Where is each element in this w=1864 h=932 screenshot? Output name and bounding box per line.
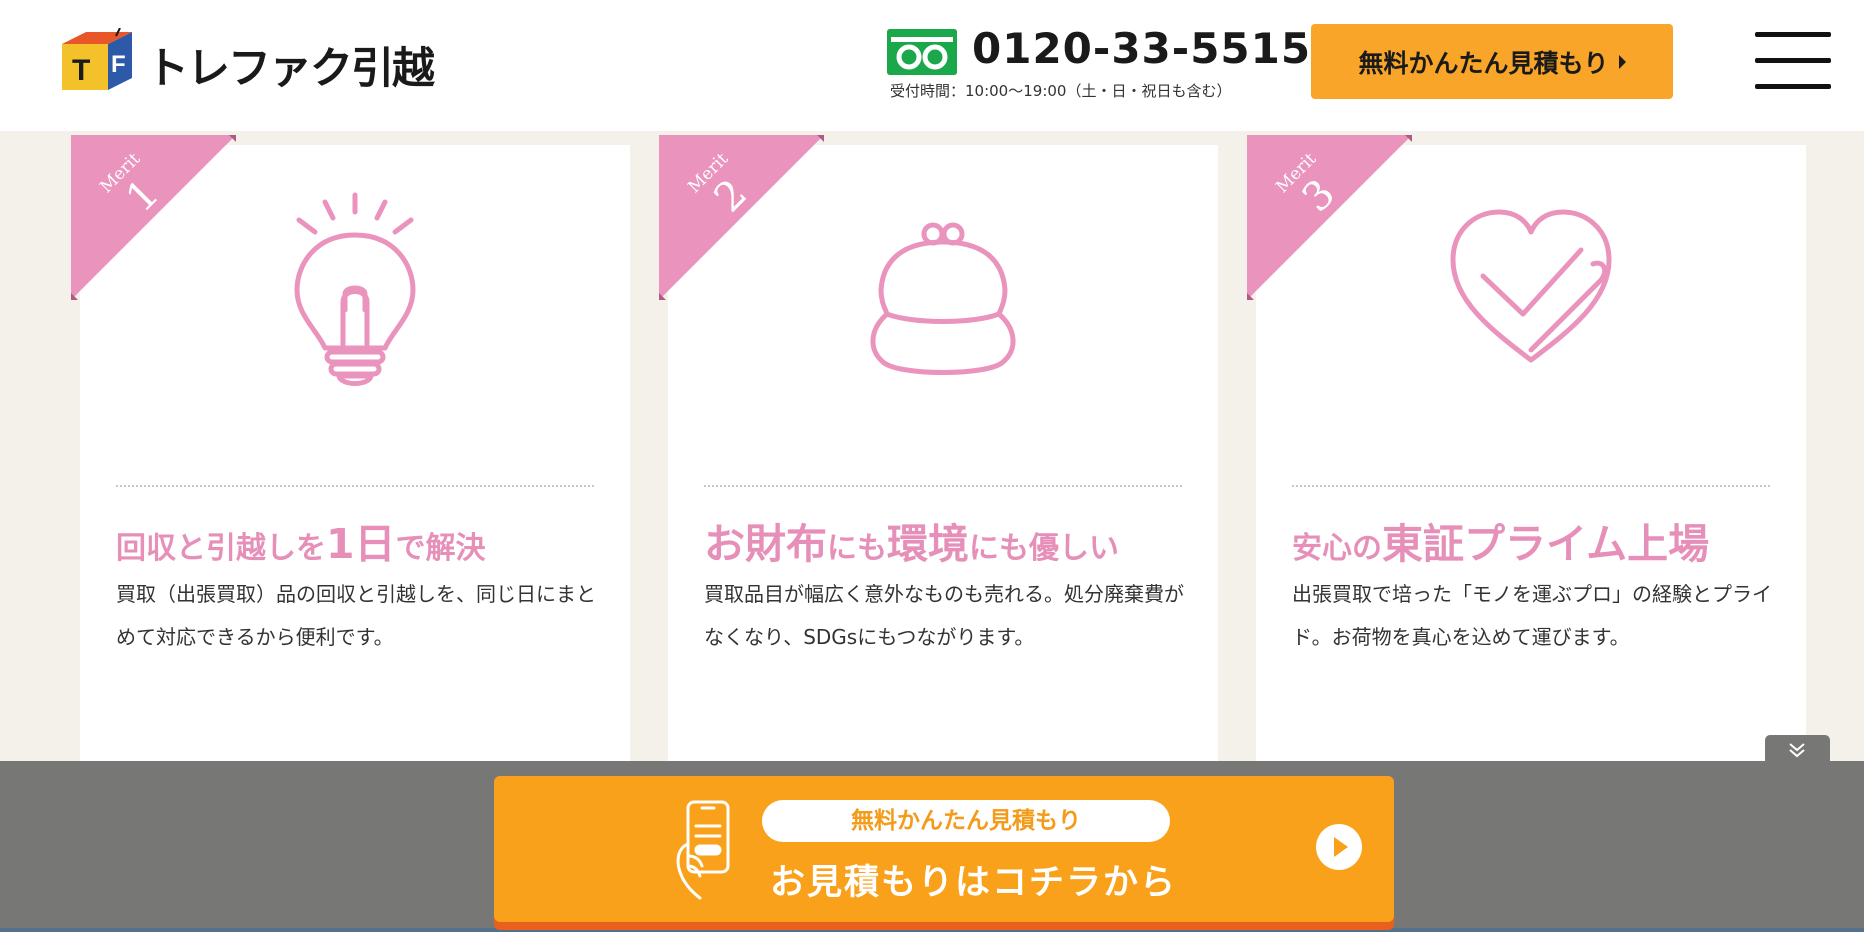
card-divider bbox=[1292, 485, 1770, 487]
merit-description-2: 買取品目が幅広く意外なものも売れる。処分廃棄費がなくなり、SDGsにもつながりま… bbox=[704, 582, 1184, 649]
logo-text: トレファク引越 bbox=[146, 44, 435, 94]
title-emphasis: 1日 bbox=[326, 520, 396, 568]
freedial-icon bbox=[887, 29, 957, 75]
card-divider bbox=[704, 485, 1182, 487]
title-part: 安心の bbox=[1292, 531, 1382, 566]
phone-number[interactable]: 0120-33-5515 bbox=[972, 24, 1311, 73]
hamburger-line bbox=[1755, 84, 1831, 89]
merit-ribbon-3: Merit 3 bbox=[1247, 135, 1412, 300]
merit-card-2: Merit 2 お財布にも環境にも優しい 買取品目が幅広く意外なものも売れる。処… bbox=[659, 135, 1218, 765]
cta-estimate-button[interactable]: 無料かんたん見積もり お見積もりはコチラから bbox=[494, 776, 1394, 922]
cta-main-label: お見積もりはコチラから bbox=[770, 863, 1178, 903]
svg-text:T: T bbox=[72, 54, 90, 87]
hamburger-line bbox=[1755, 58, 1831, 63]
merit-title-3: 安心の東証プライム上場 bbox=[1292, 510, 1709, 570]
caret-right-icon bbox=[1618, 54, 1626, 69]
hamburger-menu-button[interactable] bbox=[1755, 28, 1831, 94]
merit-card-3: Merit 3 安心の東証プライム上場 出張買取で培った「モノを運ぶプロ」の経験… bbox=[1247, 135, 1806, 765]
svg-text:F: F bbox=[111, 51, 126, 78]
header-estimate-label: 無料かんたん見積もり bbox=[1358, 48, 1609, 78]
merit-title-2: お財布にも環境にも優しい bbox=[704, 510, 1119, 570]
merit-ribbon-1: Merit 1 bbox=[71, 135, 236, 300]
site-logo[interactable]: T F トレファク引越 bbox=[58, 20, 435, 94]
phone-hand-icon bbox=[676, 800, 730, 900]
title-part: で解決 bbox=[395, 531, 486, 566]
title-emphasis: 環境 bbox=[887, 520, 969, 568]
title-part: にも bbox=[827, 531, 887, 566]
logo-box-icon: T F bbox=[62, 28, 132, 90]
card-divider bbox=[116, 485, 594, 487]
title-emphasis: お財布 bbox=[704, 520, 827, 568]
merit-ribbon-2: Merit 2 bbox=[659, 135, 824, 300]
cta-pill-label: 無料かんたん見積もり bbox=[762, 800, 1170, 842]
title-emphasis: 東証プライム上場 bbox=[1382, 520, 1710, 568]
title-part: にも優しい bbox=[969, 531, 1119, 566]
site-header: T F トレファク引越 0120-33-5515 受付時間：10:00〜19:0… bbox=[0, 0, 1864, 131]
lightbulb-icon bbox=[294, 192, 416, 386]
business-hours: 受付時間：10:00〜19:00（土・日・祝日も含む） bbox=[890, 82, 1232, 100]
bottom-bar-line bbox=[0, 928, 1864, 932]
heart-check-icon bbox=[1450, 209, 1612, 363]
merit-card-1: Merit 1 回収と引越しを1日で解決 買取（出張買取）品の回収と引越しを、同… bbox=[71, 135, 630, 765]
play-arrow-icon bbox=[1316, 824, 1362, 870]
merit-description-1: 買取（出張買取）品の回収と引越しを、同じ日にまとめて対応できるから便利です。 bbox=[116, 582, 596, 649]
title-part: 回収と引越しを bbox=[116, 531, 326, 566]
header-estimate-button[interactable]: 無料かんたん見積もり bbox=[1311, 24, 1673, 99]
merit-description-3: 出張買取で培った「モノを運ぶプロ」の経験とプライド。お荷物を真心を込めて運びます… bbox=[1292, 582, 1772, 649]
hamburger-line bbox=[1755, 32, 1831, 37]
wallet-icon bbox=[870, 222, 1016, 375]
merit-title-1: 回収と引越しを1日で解決 bbox=[116, 510, 486, 570]
